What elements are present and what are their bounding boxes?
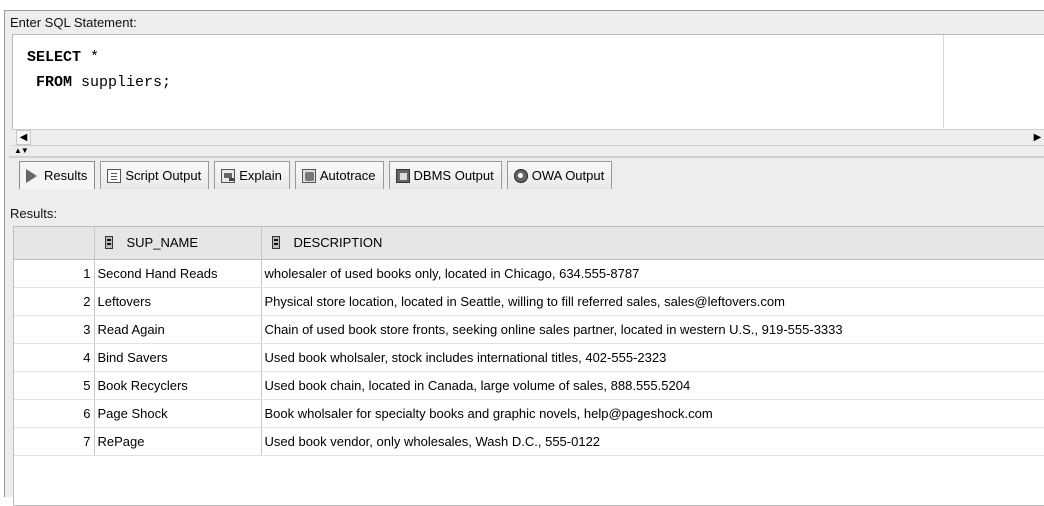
table-row[interactable]: 3 Read Again Chain of used book store fr… (14, 315, 1044, 344)
row-number: 3 (14, 315, 95, 344)
explain-icon (221, 168, 236, 183)
select-keyword: SELECT (27, 49, 82, 66)
tab-autotrace[interactable]: Autotrace (294, 161, 384, 189)
script-output-icon (107, 168, 122, 183)
table-row[interactable]: 1 Second Hand Reads wholesaler of used b… (14, 259, 1044, 288)
dbms-output-icon (395, 168, 410, 183)
sql-statement-label: Enter SQL Statement: (10, 15, 137, 30)
sup-name-cell[interactable]: Page Shock (94, 399, 262, 428)
description-cell[interactable]: Used book chain, located in Canada, larg… (261, 371, 1044, 400)
sup-name-cell[interactable]: RePage (94, 427, 262, 456)
results-table: SUP_NAME DESCRIPTION 1 Second Hand Reads (14, 227, 1044, 456)
column-header-description[interactable]: DESCRIPTION (261, 227, 1044, 260)
results-grid: SUP_NAME DESCRIPTION 1 Second Hand Reads (13, 226, 1044, 506)
owa-output-icon (513, 168, 528, 183)
sup-name-cell[interactable]: Bind Savers (94, 343, 262, 372)
tab-explain-label: Explain (239, 168, 282, 183)
column-header-label: SUP_NAME (126, 235, 199, 251)
tab-dbms-output[interactable]: DBMS Output (388, 161, 502, 189)
table-row[interactable]: 5 Book Recyclers Used book chain, locate… (14, 371, 1044, 400)
table-header-row: SUP_NAME DESCRIPTION (14, 227, 1044, 260)
results-label: Results: (10, 206, 57, 221)
sql-line-2: FROM suppliers; (27, 70, 171, 95)
output-tabs: Results Script Output Explain Autotrace … (19, 161, 613, 189)
column-sort-icon (271, 236, 280, 250)
table-row[interactable]: 6 Page Shock Book wholsaler for specialt… (14, 399, 1044, 428)
tab-dbms-output-label: DBMS Output (413, 168, 494, 183)
row-number-header (14, 227, 95, 260)
table-row[interactable]: 7 RePage Used book vendor, only wholesal… (14, 427, 1044, 456)
row-number: 2 (14, 287, 95, 316)
sql-worksheet: Enter SQL Statement: SELECT * FROM suppl… (4, 10, 1044, 506)
row-number: 7 (14, 427, 95, 456)
tab-autotrace-label: Autotrace (319, 168, 376, 183)
from-keyword: FROM (36, 74, 73, 91)
from-rest: suppliers; (72, 74, 172, 91)
description-cell[interactable]: Used book wholsaler, stock includes inte… (261, 343, 1044, 372)
sup-name-cell[interactable]: Book Recyclers (94, 371, 262, 400)
description-cell[interactable]: Used book vendor, only wholesales, Wash … (261, 427, 1044, 456)
split-arrows-icon[interactable]: ▲▼ (14, 147, 29, 155)
description-cell[interactable]: Chain of used book store fronts, seeking… (261, 315, 1044, 344)
sql-editor[interactable]: SELECT * FROM suppliers; (12, 34, 1044, 129)
tab-results[interactable]: Results (19, 161, 96, 189)
sql-code[interactable]: SELECT * FROM suppliers; (27, 45, 171, 95)
pane-divider[interactable] (9, 156, 1044, 158)
sql-line-1: SELECT * (27, 45, 171, 70)
scroll-left-arrow-icon[interactable]: ◀ (16, 130, 31, 145)
table-row[interactable]: 4 Bind Savers Used book wholsaler, stock… (14, 343, 1044, 372)
tab-owa-output-label: OWA Output (531, 168, 605, 183)
column-header-label: DESCRIPTION (293, 235, 383, 251)
select-rest: * (81, 49, 100, 66)
table-row[interactable]: 2 Leftovers Physical store location, loc… (14, 287, 1044, 316)
sup-name-cell[interactable]: Second Hand Reads (94, 259, 262, 288)
editor-horizontal-scrollbar[interactable]: ◀ ▶ (12, 129, 1044, 146)
row-number: 6 (14, 399, 95, 428)
column-sort-icon (104, 236, 113, 250)
description-cell[interactable]: Book wholsaler for specialty books and g… (261, 399, 1044, 428)
column-header-sup-name[interactable]: SUP_NAME (94, 227, 262, 260)
description-cell[interactable]: wholesaler of used books only, located i… (261, 259, 1044, 288)
tab-owa-output[interactable]: OWA Output (506, 161, 613, 189)
sup-name-cell[interactable]: Leftovers (94, 287, 262, 316)
row-number: 5 (14, 371, 95, 400)
sup-name-cell[interactable]: Read Again (94, 315, 262, 344)
autotrace-icon (301, 168, 316, 183)
scroll-right-arrow-icon[interactable]: ▶ (1030, 130, 1044, 145)
tab-script-output[interactable]: Script Output (100, 161, 210, 189)
play-icon (26, 168, 37, 183)
row-number: 4 (14, 343, 95, 372)
editor-margin-line (943, 35, 944, 128)
tab-explain[interactable]: Explain (214, 161, 290, 189)
tab-results-label: Results (44, 168, 88, 183)
description-cell[interactable]: Physical store location, located in Seat… (261, 287, 1044, 316)
row-number: 1 (14, 259, 95, 288)
tab-script-output-label: Script Output (125, 168, 202, 183)
